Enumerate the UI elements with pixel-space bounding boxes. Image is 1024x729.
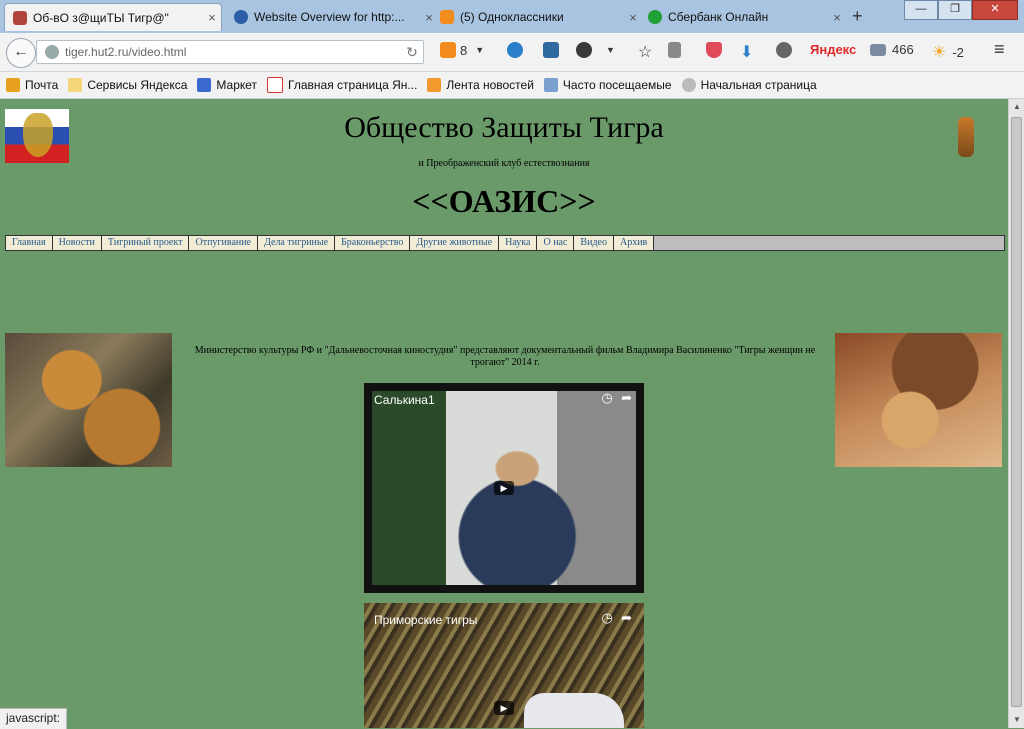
mail-button[interactable]: 466: [870, 42, 914, 57]
menu-item-science[interactable]: Наука: [499, 236, 538, 250]
weather-temp: -2: [952, 44, 964, 60]
back-button[interactable]: ←: [6, 38, 36, 68]
tab-title: Об-вО з@щиТЫ Тигр@": [33, 10, 169, 25]
menu-icon[interactable]: ≡: [994, 39, 1005, 60]
minimize-button[interactable]: —: [904, 0, 938, 20]
tab-tiger[interactable]: Об-вО з@щиТЫ Тигр@" ×: [4, 3, 222, 31]
tab-odnoklassniki[interactable]: (5) Одноклассники ×: [432, 3, 642, 31]
clock-icon[interactable]: ◷: [601, 611, 612, 626]
status-bar: javascript:: [0, 708, 68, 729]
bookmark-item[interactable]: Главная страница Ян...: [267, 77, 417, 93]
mail-icon: [870, 43, 886, 56]
bookmark-item[interactable]: Начальная страница: [681, 78, 817, 92]
sber-favicon-icon: [648, 10, 662, 24]
camera-extension-icon[interactable]: ▼: [576, 42, 615, 58]
share-icon[interactable]: ➦: [621, 611, 632, 626]
chevron-down-icon[interactable]: ▼: [475, 45, 484, 55]
reload-icon[interactable]: ↻: [401, 44, 423, 61]
video-title[interactable]: Приморские тигры: [374, 613, 477, 627]
site-menu: Главная Новости Тигриный проект Отпугива…: [5, 235, 1005, 251]
video-player[interactable]: Приморские тигры ◷ ➦ ▶: [364, 603, 644, 728]
frequent-icon: [543, 78, 558, 92]
yandex-icon: [267, 77, 284, 93]
tab-strip: Об-вО з@щиТЫ Тигр@" × Website Overview f…: [0, 0, 1024, 33]
bookmark-item[interactable]: Лента новостей: [427, 78, 534, 92]
tiger-cubs-photo: [835, 333, 1002, 467]
menu-item-repelling[interactable]: Отпугивание: [189, 236, 259, 250]
close-tab-icon[interactable]: ×: [828, 10, 846, 25]
video-player[interactable]: Салькина1 ◷ ➦ ▶: [364, 383, 644, 593]
video-actions: ◷ ➦: [601, 391, 632, 406]
video-actions: ◷ ➦: [601, 611, 632, 626]
address-bar[interactable]: tiger.hut2.ru/video.html ↻: [36, 40, 424, 64]
ok-icon: [440, 42, 456, 58]
site-favicon-icon: [234, 10, 248, 24]
menu-item-video[interactable]: Видео: [574, 236, 614, 250]
video-title[interactable]: Салькина1: [374, 393, 435, 407]
bookmark-item[interactable]: Сервисы Яндекса: [68, 78, 187, 92]
close-tab-icon[interactable]: ×: [203, 10, 221, 25]
clock-icon[interactable]: ◷: [601, 391, 612, 406]
menu-item-about[interactable]: О нас: [537, 236, 575, 250]
menu-item-other-animals[interactable]: Другие животные: [410, 236, 500, 250]
menu-item-poaching[interactable]: Браконьерство: [335, 236, 411, 250]
page-scrollbar[interactable]: ▲ ▼: [1008, 99, 1024, 728]
share-icon[interactable]: ➦: [621, 391, 632, 406]
snow-shape: [524, 693, 624, 728]
smile-icon[interactable]: [776, 42, 792, 58]
scroll-down-icon[interactable]: ▼: [1009, 712, 1024, 728]
pocket-icon[interactable]: [706, 42, 722, 58]
rss-icon: [427, 78, 442, 92]
tab-title: Сбербанк Онлайн: [668, 10, 769, 24]
p-extension-icon[interactable]: [543, 42, 559, 58]
bookmark-item[interactable]: Часто посещаемые: [543, 78, 672, 92]
tiger-cubs-photo: [5, 333, 172, 467]
tab-website-overview[interactable]: Website Overview for http:... ×: [226, 3, 438, 31]
page-content: Общество Защиты Тигра и Преображенский к…: [0, 99, 1008, 728]
close-window-button[interactable]: ✕: [972, 0, 1018, 20]
new-tab-button[interactable]: +: [852, 6, 863, 27]
menu-item-home[interactable]: Главная: [6, 236, 53, 250]
site-title: Общество Защиты Тигра: [344, 111, 664, 144]
tab-title: (5) Одноклассники: [460, 10, 564, 24]
reading-list-icon[interactable]: [668, 42, 681, 58]
weather-icon: ☀: [932, 44, 947, 61]
tab-sberbank[interactable]: Сбербанк Онлайн ×: [640, 3, 846, 31]
globe-icon: [45, 45, 59, 59]
scroll-thumb[interactable]: [1011, 117, 1022, 707]
cart-icon: [197, 78, 212, 92]
menu-item-news[interactable]: Новости: [52, 236, 102, 250]
window-controls: — ❐ ✕: [904, 0, 1018, 20]
maximize-button[interactable]: ❐: [938, 0, 972, 20]
ok-button[interactable]: 8 ▼: [440, 42, 484, 58]
film-caption: Министерство культуры РФ и "Дальневосточ…: [194, 345, 816, 368]
globe-icon: [681, 78, 696, 92]
tab-title: Website Overview for http:...: [254, 10, 405, 24]
weather-button[interactable]: ☀ -2: [932, 42, 964, 62]
url-text[interactable]: tiger.hut2.ru/video.html: [65, 45, 401, 59]
mail-count: 466: [892, 42, 914, 57]
scroll-up-icon[interactable]: ▲: [1009, 99, 1024, 115]
folder-icon: [68, 78, 83, 92]
play-button[interactable]: ▶: [494, 481, 514, 495]
cloud-icon[interactable]: [507, 42, 523, 58]
mail-icon: [6, 78, 20, 92]
bookmark-item[interactable]: Почта: [6, 78, 58, 92]
ok-count: 8: [460, 42, 468, 58]
bookmark-item[interactable]: Маркет: [197, 78, 257, 92]
ok-favicon-icon: [440, 10, 454, 24]
site-subtitle: и Преображенский клуб естествознания: [418, 158, 590, 169]
menu-item-archive[interactable]: Архив: [613, 236, 655, 250]
site-favicon-icon: [13, 10, 27, 25]
club-title: <<ОАЗИС>>: [412, 183, 596, 219]
bookmarks-bar: Почта Сервисы Яндекса Маркет Главная стр…: [0, 72, 1024, 99]
nav-bar: ← tiger.hut2.ru/video.html ↻ 8 ▼ ▼ ☆ ⬇ Я…: [0, 33, 1024, 72]
menu-item-tiger-affairs[interactable]: Дела тигриные: [258, 236, 336, 250]
menu-item-tiger-project[interactable]: Тигриный проект: [101, 236, 190, 250]
play-button[interactable]: ▶: [494, 701, 514, 715]
download-icon[interactable]: ⬇: [740, 42, 753, 62]
yandex-logo[interactable]: Яндекс: [810, 42, 856, 57]
star-icon[interactable]: ☆: [638, 42, 652, 62]
